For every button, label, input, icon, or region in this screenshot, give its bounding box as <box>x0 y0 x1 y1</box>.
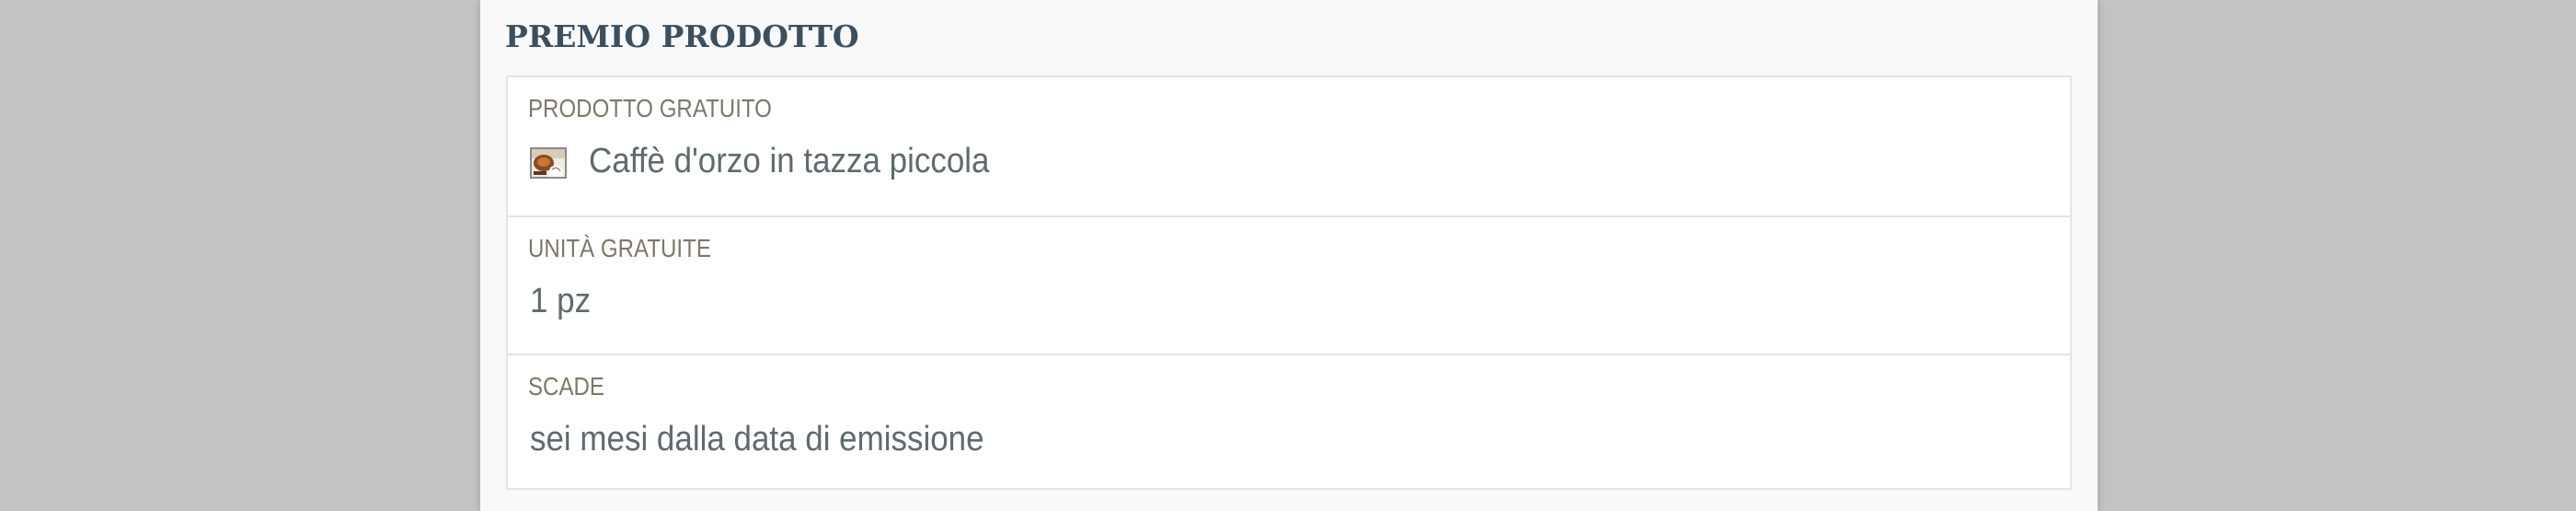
free-product-label: PRODOTTO GRATUITO <box>528 94 772 122</box>
free-units-row: UNITÀ GRATUITE 1 pz <box>508 215 2070 354</box>
expiry-value: sei mesi dalla data di emissione <box>530 420 984 459</box>
reward-details-card: PRODOTTO GRATUITO Caffè d'orzo in tazza … <box>506 75 2072 490</box>
section-title: PREMIO PRODOTTO <box>505 18 859 54</box>
expiry-row: SCADE sei mesi dalla data di emissione <box>508 354 2070 492</box>
coffee-cup-thumbnail-icon <box>530 147 567 179</box>
free-units-label: UNITÀ GRATUITE <box>528 234 711 262</box>
expiry-label: SCADE <box>528 372 604 401</box>
reward-panel: PREMIO PRODOTTO PRODOTTO GRATUITO Caffè … <box>480 0 2098 511</box>
free-product-row: PRODOTTO GRATUITO Caffè d'orzo in tazza … <box>508 77 2070 215</box>
free-units-value: 1 pz <box>530 282 592 320</box>
free-product-value: Caffè d'orzo in tazza piccola <box>589 142 990 180</box>
